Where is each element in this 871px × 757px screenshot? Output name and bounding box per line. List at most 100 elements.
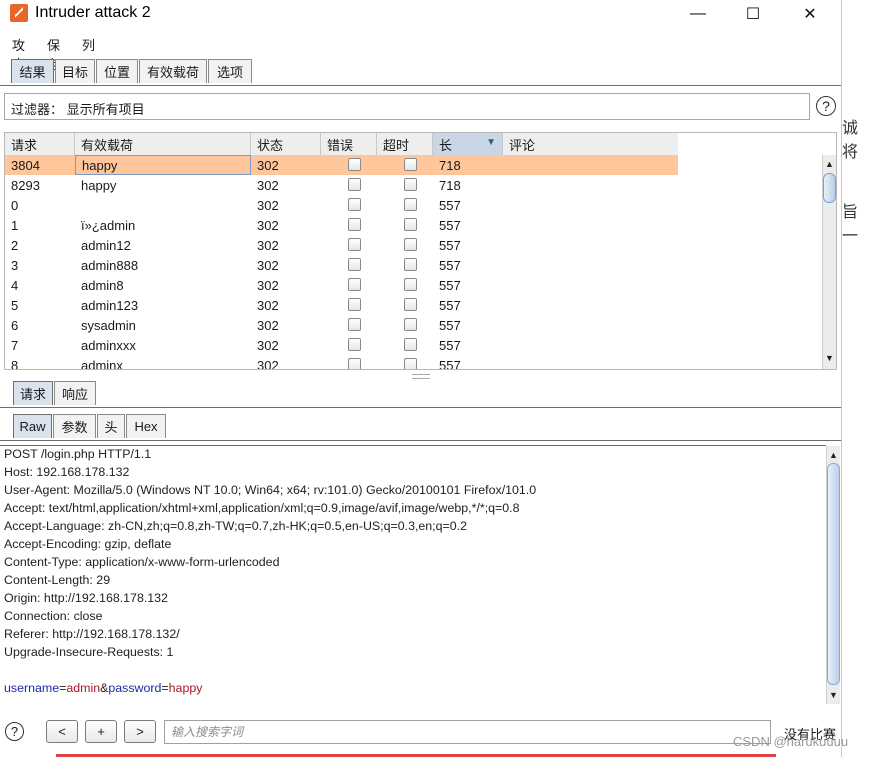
table-row[interactable]: 7 adminxxx 302 557	[5, 335, 678, 355]
table-row[interactable]: 0 302 557	[5, 195, 678, 215]
tab-target[interactable]: 目标	[55, 59, 95, 83]
cell-status: 302	[257, 257, 279, 273]
table-row[interactable]: 1 ï»¿admin 302 557	[5, 215, 678, 235]
error-checkbox	[348, 338, 361, 351]
request-scrollbar[interactable]: ▲ ▼	[826, 446, 840, 704]
cell-payload: happy	[75, 155, 251, 175]
table-row[interactable]: 8293 happy 302 718	[5, 175, 678, 195]
tab-params[interactable]: 参数	[53, 414, 96, 438]
timeout-checkbox	[404, 338, 417, 351]
cell-length: 557	[439, 317, 461, 333]
cell-req: 3	[11, 257, 19, 273]
cell-length: 557	[439, 257, 461, 273]
column-header-error[interactable]: 错误	[321, 133, 377, 155]
tab-response[interactable]: 响应	[54, 381, 96, 405]
column-header-payload[interactable]: 有效载荷	[75, 133, 251, 155]
tab-results[interactable]: 结果	[11, 59, 54, 83]
request-header-line: User-Agent: Mozilla/5.0 (Windows NT 10.0…	[4, 483, 537, 497]
cell-length: 557	[439, 337, 461, 353]
cell-status: 302	[257, 297, 279, 313]
table-header: 请求 有效载荷 状态 错误 超时 长 ▼ 评论	[5, 133, 678, 156]
param-value: happy	[168, 681, 203, 695]
menu-columns[interactable]: 列	[82, 35, 95, 54]
table-row[interactable]: 8 adminx 302 557	[5, 355, 678, 370]
request-header-line: Accept: text/html,application/xhtml+xml,…	[4, 501, 520, 515]
help-icon[interactable]: ?	[816, 96, 836, 116]
column-header-length[interactable]: 长 ▼	[433, 133, 503, 155]
minimize-button[interactable]: —	[675, 0, 721, 28]
table-row[interactable]: 6 sysadmin 302 557	[5, 315, 678, 335]
request-header-line: Upgrade-Insecure-Requests: 1	[4, 645, 174, 659]
cell-status: 302	[257, 277, 279, 293]
scroll-down-icon[interactable]: ▼	[823, 351, 836, 365]
timeout-checkbox	[404, 238, 417, 251]
error-checkbox	[348, 198, 361, 211]
cell-length: 557	[439, 277, 461, 293]
error-checkbox	[348, 258, 361, 271]
results-table: 请求 有效载荷 状态 错误 超时 长 ▼ 评论 3804 happy 302 718 8…	[4, 132, 837, 370]
table-row[interactable]: 4 admin8 302 557	[5, 275, 678, 295]
search-bar: ? < + > 没有比赛	[0, 716, 841, 750]
raw-request-editor[interactable]: POST /login.php HTTP/1.1 Host: 192.168.1…	[0, 445, 840, 716]
view-tab-bar: Raw 参数 头 Hex	[0, 414, 841, 441]
cell-payload: admin8	[81, 277, 124, 293]
tab-options[interactable]: 选项	[208, 59, 252, 83]
table-row[interactable]: 3 admin888 302 557	[5, 255, 678, 275]
table-row[interactable]: 3804 happy 302 718	[5, 155, 678, 175]
column-header-request[interactable]: 请求	[5, 133, 75, 155]
param-equals: =	[161, 681, 169, 695]
cell-req: 6	[11, 317, 19, 333]
cell-length: 557	[439, 237, 461, 253]
tab-request[interactable]: 请求	[13, 381, 53, 405]
scroll-up-icon[interactable]: ▲	[823, 157, 836, 171]
cell-payload: adminxxx	[81, 337, 136, 353]
cell-req: 5	[11, 297, 19, 313]
cell-req: 8	[11, 357, 19, 370]
tab-payloads[interactable]: 有效载荷	[139, 59, 207, 83]
error-checkbox	[348, 298, 361, 311]
tab-headers[interactable]: 头	[97, 414, 125, 438]
tab-hex[interactable]: Hex	[126, 414, 166, 438]
add-button[interactable]: +	[85, 720, 117, 743]
table-row[interactable]: 2 admin12 302 557	[5, 235, 678, 255]
cell-req: 7	[11, 337, 19, 353]
close-button[interactable]: ✕	[787, 0, 833, 28]
scroll-thumb[interactable]	[823, 173, 836, 203]
cell-status: 302	[257, 197, 279, 213]
pane-splitter[interactable]	[412, 374, 430, 379]
column-header-status[interactable]: 状态	[251, 133, 321, 155]
request-header-line: Content-Type: application/x-www-form-url…	[4, 555, 280, 569]
timeout-checkbox	[404, 318, 417, 331]
table-scrollbar[interactable]: ▲ ▼	[822, 155, 836, 369]
cell-req: 2	[11, 237, 19, 253]
tab-positions[interactable]: 位置	[96, 59, 138, 83]
timeout-checkbox	[404, 218, 417, 231]
error-checkbox	[348, 218, 361, 231]
timeout-checkbox	[404, 158, 417, 171]
search-input[interactable]	[164, 720, 771, 744]
next-match-button[interactable]: >	[124, 720, 156, 743]
scroll-down-icon[interactable]: ▼	[827, 688, 840, 702]
column-header-comment[interactable]: 评论	[503, 133, 678, 155]
error-checkbox	[348, 238, 361, 251]
cell-status: 302	[257, 177, 279, 193]
cell-status: 302	[257, 357, 279, 370]
timeout-checkbox	[404, 278, 417, 291]
column-header-length-label: 长	[439, 137, 453, 153]
help-icon[interactable]: ?	[5, 722, 24, 741]
table-row[interactable]: 5 admin123 302 557	[5, 295, 678, 315]
cell-req: 1	[11, 217, 19, 233]
request-header-line: Connection: close	[4, 609, 103, 623]
scroll-up-icon[interactable]: ▲	[827, 448, 840, 462]
scroll-thumb[interactable]	[827, 463, 840, 685]
cell-length: 557	[439, 357, 461, 370]
timeout-checkbox	[404, 298, 417, 311]
request-header-line: Content-Length: 29	[4, 573, 111, 587]
cell-payload: sysadmin	[81, 317, 136, 333]
filter-bar[interactable]: 过滤器： 显示所有项目	[4, 93, 810, 120]
maximize-button[interactable]: ☐	[730, 0, 776, 28]
column-header-timeout[interactable]: 超时	[377, 133, 433, 155]
request-line: POST /login.php HTTP/1.1	[4, 447, 152, 461]
tab-raw[interactable]: Raw	[13, 414, 52, 438]
previous-match-button[interactable]: <	[46, 720, 78, 743]
